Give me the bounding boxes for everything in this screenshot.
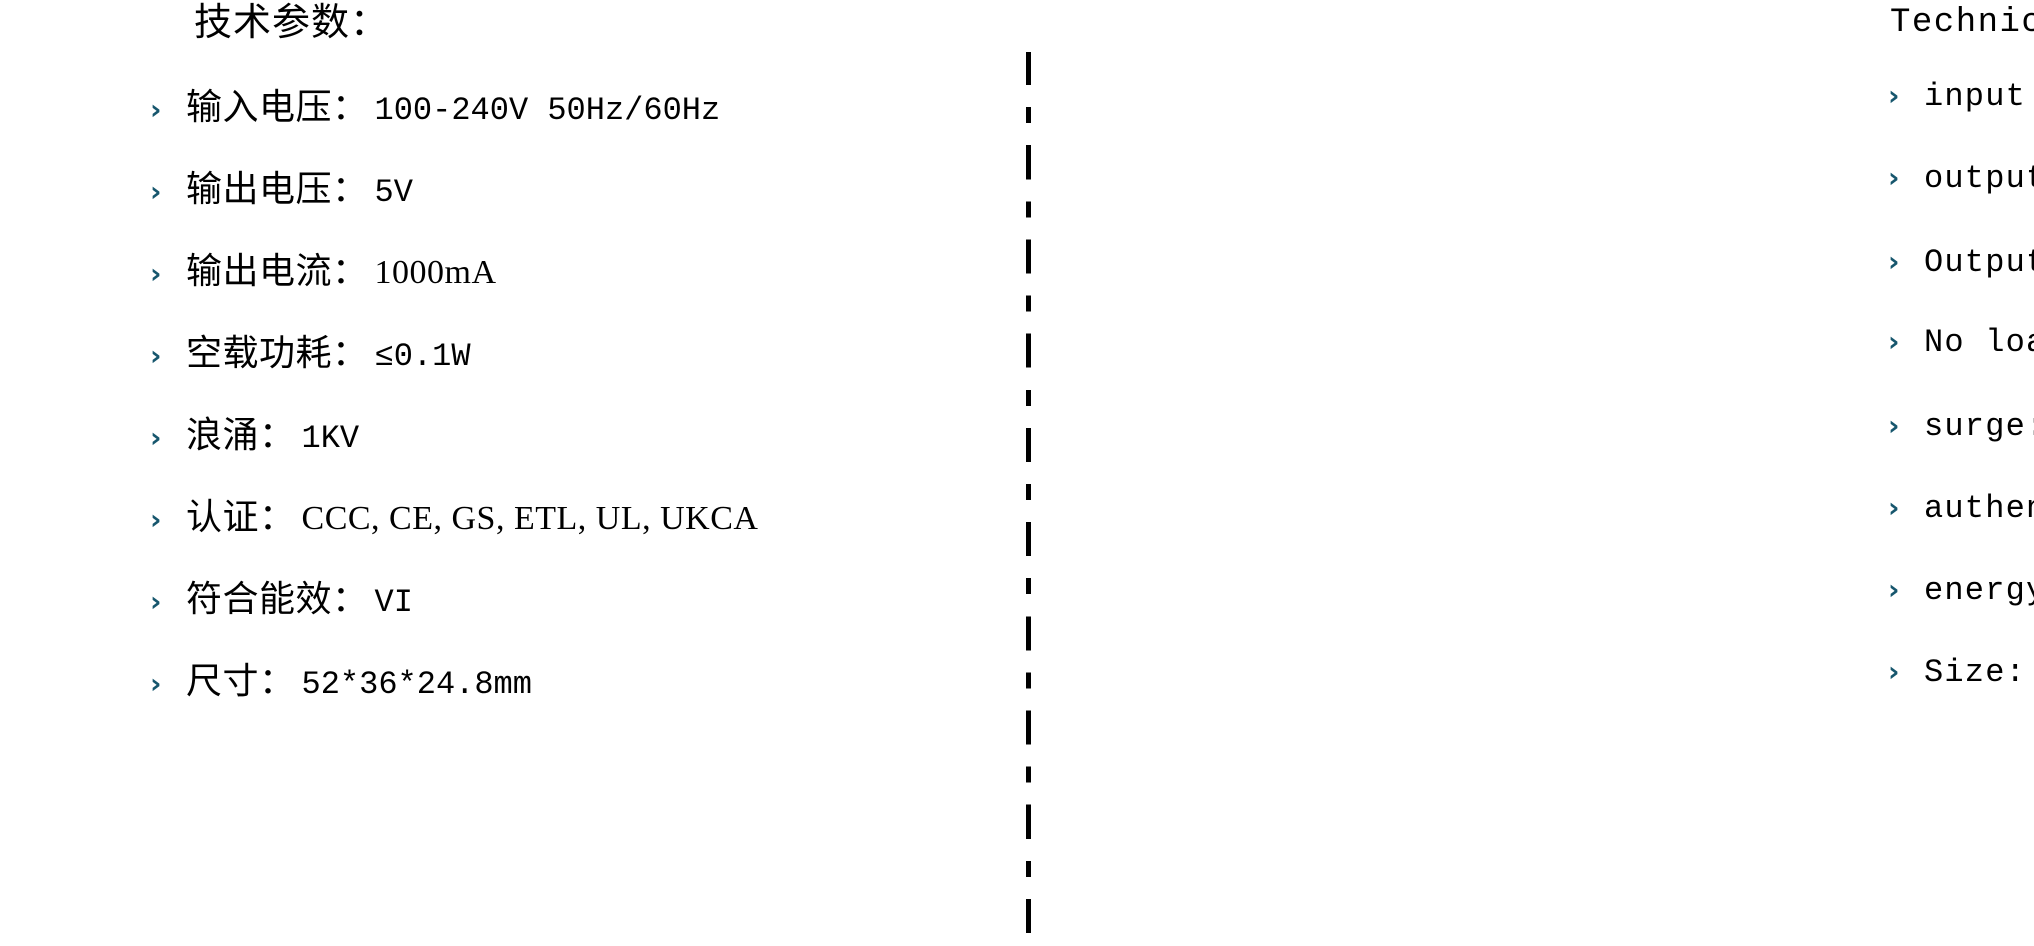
spec-en-label: output voltage :: [1924, 160, 2034, 197]
english-heading: Technical parameters:: [1890, 4, 2034, 42]
chevron-right-icon: ›: [150, 257, 162, 290]
chevron-right-icon: ›: [1888, 573, 1900, 606]
english-spec-column: Technical parameters: › input voltage :10…: [1028, 0, 2034, 946]
list-item: › Output current:1000mA: [1888, 242, 2034, 324]
spec-cn-value: CCC, CE, GS, ETL, UL, UKCA: [301, 500, 759, 537]
list-item: › No load power consumption:≤0.1W: [1888, 324, 2034, 406]
spec-cn-value: 52*36*24.8mm: [301, 666, 532, 703]
list-item: › energy efficiency:VI: [1888, 570, 2034, 652]
spec-en-label: energy efficiency:: [1924, 572, 2034, 609]
chevron-right-icon: ›: [1888, 409, 1900, 442]
spec-cn-label: 输入电压：: [186, 87, 369, 127]
spec-en-label: input voltage :: [1924, 78, 2034, 115]
spec-cn-value: 100-240V 50Hz/60Hz: [374, 92, 721, 129]
spec-en-row-text: Size:52*36*24.8mm: [1924, 652, 2034, 691]
spec-en-row-text: output voltage :5V: [1924, 160, 2034, 197]
spec-cn-label: 尺寸：: [186, 661, 296, 701]
spec-cn-label: 空载功耗：: [186, 333, 369, 373]
spec-cn-row-text: 空载功耗： ≤0.1W: [186, 324, 471, 376]
list-item: › 输出电压： 5V: [150, 160, 758, 242]
list-item: › 输出电流： 1000mA: [150, 242, 758, 324]
spec-cn-label: 输出电压：: [186, 169, 369, 209]
spec-cn-row-text: 尺寸： 52*36*24.8mm: [186, 652, 532, 704]
spec-cn-label: 符合能效：: [186, 579, 369, 619]
chevron-right-icon: ›: [150, 175, 162, 208]
chinese-heading: 技术参数：: [194, 2, 390, 44]
list-item: › output voltage :5V: [1888, 160, 2034, 242]
spec-sheet: 技术参数： › 输入电压： 100-240V 50Hz/60Hz › 输出电压： 5V › 输…: [0, 0, 2034, 946]
chevron-right-icon: ›: [1888, 491, 1900, 524]
spec-cn-value: VI: [374, 584, 413, 621]
spec-en-value: 52*36*24.8mm: [2026, 652, 2034, 690]
spec-en-label: Size:: [1924, 654, 2027, 691]
chinese-spec-column: 技术参数： › 输入电压： 100-240V 50Hz/60Hz › 输出电压： 5V › 输…: [0, 0, 1028, 946]
spec-cn-row-text: 浪涌： 1KV: [186, 406, 359, 458]
chevron-right-icon: ›: [1888, 245, 1900, 278]
spec-en-label: No load power consumption:: [1924, 324, 2034, 361]
chinese-spec-list: › 输入电压： 100-240V 50Hz/60Hz › 输出电压： 5V › 输出电流： 10…: [150, 78, 758, 734]
spec-cn-value: 1KV: [301, 420, 360, 457]
spec-en-row-text: surge:1KV: [1924, 406, 2034, 445]
chevron-right-icon: ›: [1888, 655, 1900, 688]
spec-en-row-text: input voltage :100-240V 50Hz/60Hz: [1924, 78, 2034, 115]
spec-en-label: Output current:: [1924, 244, 2034, 281]
spec-cn-row-text: 认证： CCC, CE, GS, ETL, UL, UKCA: [186, 488, 758, 540]
spec-en-row-text: Output current:1000mA: [1924, 242, 2034, 281]
chevron-right-icon: ›: [150, 585, 162, 618]
english-spec-list: › input voltage :100-240V 50Hz/60Hz › outpu…: [1888, 78, 2034, 734]
spec-cn-value: 1000mA: [374, 254, 497, 291]
spec-cn-value: 5V: [374, 174, 413, 211]
spec-en-row-text: energy efficiency:VI: [1924, 570, 2034, 609]
spec-cn-value: ≤0.1W: [374, 338, 471, 375]
list-item: › authentication:CCC, CE, GS, ETL, UL, UK…: [1888, 488, 2034, 570]
spec-cn-row-text: 输入电压： 100-240V 50Hz/60Hz: [186, 78, 720, 130]
chevron-right-icon: ›: [150, 503, 162, 536]
list-item: › 认证： CCC, CE, GS, ETL, UL, UKCA: [150, 488, 758, 570]
list-item: › surge:1KV: [1888, 406, 2034, 488]
spec-cn-label: 浪涌：: [186, 415, 296, 455]
list-item: › input voltage :100-240V 50Hz/60Hz: [1888, 78, 2034, 160]
chevron-right-icon: ›: [150, 421, 162, 454]
spec-en-label: authentication:: [1924, 490, 2034, 527]
chevron-right-icon: ›: [150, 93, 162, 126]
list-item: › 输入电压： 100-240V 50Hz/60Hz: [150, 78, 758, 160]
chevron-right-icon: ›: [1888, 79, 1900, 112]
chevron-right-icon: ›: [150, 339, 162, 372]
spec-en-row-text: No load power consumption:≤0.1W: [1924, 324, 2034, 361]
list-item: › 浪涌： 1KV: [150, 406, 758, 488]
spec-cn-row-text: 输出电压： 5V: [186, 160, 413, 212]
chevron-right-icon: ›: [150, 667, 162, 700]
spec-cn-row-text: 符合能效： VI: [186, 570, 413, 622]
list-item: › 符合能效： VI: [150, 570, 758, 652]
spec-en-row-text: authentication:CCC, CE, GS, ETL, UL, UKC…: [1924, 488, 2034, 527]
spec-cn-row-text: 输出电流： 1000mA: [186, 242, 497, 294]
list-item: › 空载功耗： ≤0.1W: [150, 324, 758, 406]
spec-en-label: surge:: [1924, 408, 2034, 445]
spec-cn-label: 输出电流：: [186, 251, 369, 291]
list-item: › 尺寸： 52*36*24.8mm: [150, 652, 758, 734]
list-item: › Size:52*36*24.8mm: [1888, 652, 2034, 734]
chevron-right-icon: ›: [1888, 161, 1900, 194]
spec-cn-label: 认证：: [186, 497, 296, 537]
chevron-right-icon: ›: [1888, 325, 1900, 358]
